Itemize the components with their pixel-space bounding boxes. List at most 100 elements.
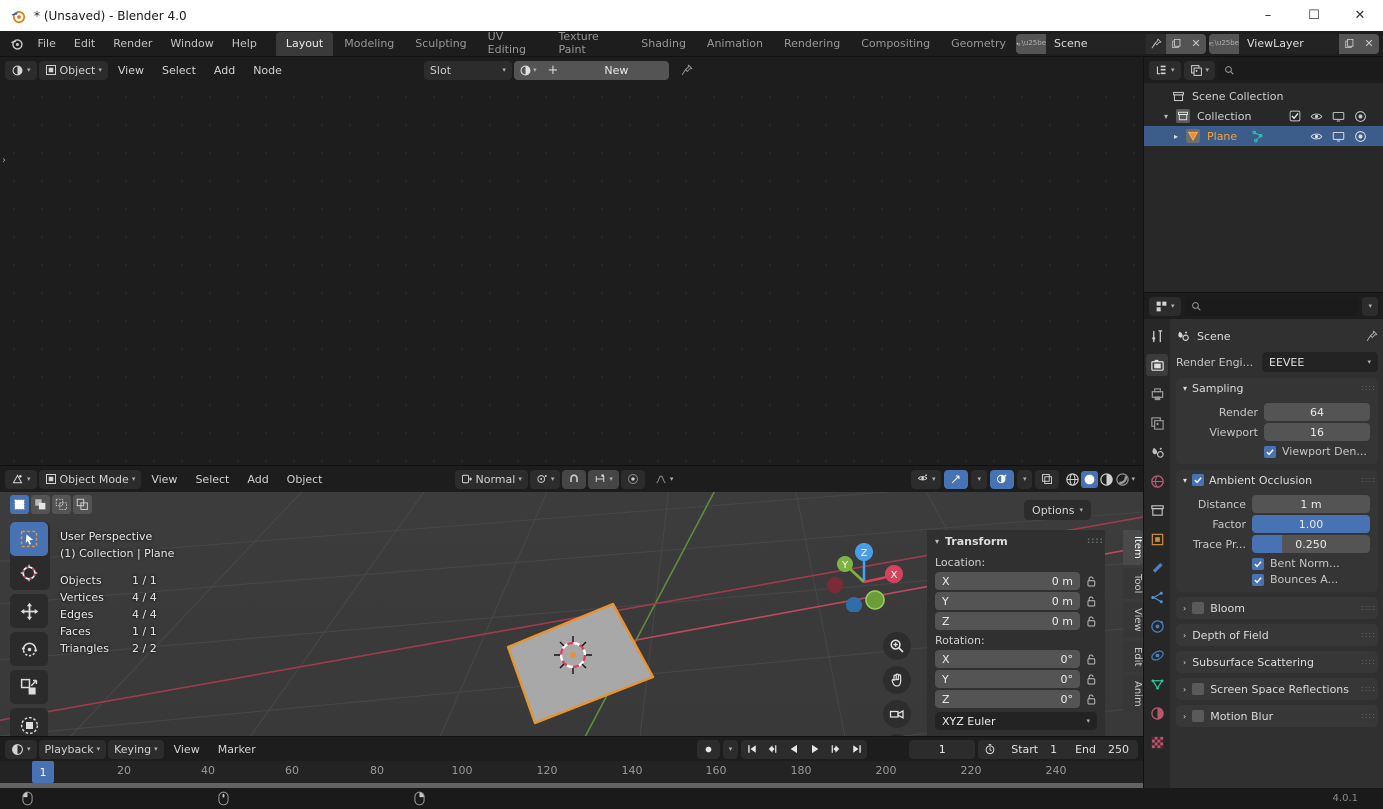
visibility-selector[interactable]: ▾ [910, 469, 942, 489]
viewport-editor-type-selector[interactable]: ▾ [5, 469, 37, 489]
ao-bent-normals-checkbox[interactable] [1252, 557, 1264, 570]
properties-tab-physics[interactable] [1146, 615, 1168, 637]
properties-tab-scene[interactable] [1146, 441, 1168, 463]
expander-plane-icon[interactable]: ▸ [1174, 132, 1186, 141]
rotation-x-field[interactable]: X 0° [935, 650, 1080, 668]
ao-bounces-checkbox[interactable] [1252, 573, 1264, 586]
workspace-tab-modeling[interactable]: Modeling [334, 32, 404, 56]
sidebar-tab-anim[interactable]: Anim [1123, 675, 1143, 714]
shader-menu-node[interactable]: Node [245, 61, 290, 80]
shader-menu-view[interactable]: View [110, 61, 152, 80]
timeline-marker-menu[interactable]: Marker [210, 740, 264, 759]
properties-tab-data[interactable] [1146, 673, 1168, 695]
material-icon[interactable]: ▾ [513, 60, 542, 80]
zoom-icon[interactable] [883, 632, 911, 660]
ambient-occlusion-checkbox[interactable] [1192, 474, 1205, 486]
tool-select-box[interactable] [10, 522, 48, 556]
tool-cursor[interactable] [10, 556, 48, 590]
properties-tab-viewlayer[interactable] [1146, 412, 1168, 434]
blender-menu-icon[interactable] [5, 34, 28, 54]
properties-editor-type-selector[interactable]: ▾ [1149, 296, 1181, 316]
shading-material-preview-icon[interactable] [1099, 472, 1114, 487]
eye-icon[interactable] [1310, 130, 1323, 143]
lock-location-y-icon[interactable] [1085, 595, 1097, 608]
depth-of-field-panel-header[interactable]: › Depth of Field :::: [1176, 624, 1378, 646]
tool-transform[interactable] [10, 708, 48, 736]
subsurface-scattering-panel-header[interactable]: › Subsurface Scattering :::: [1176, 651, 1378, 673]
previous-keyframe-button[interactable] [762, 740, 783, 759]
gizmo-settings-selector[interactable]: ▾ [971, 469, 987, 489]
new-viewlayer-icon[interactable] [1339, 33, 1359, 54]
menu-edit[interactable]: Edit [65, 33, 104, 54]
panel-drag-dots-icon[interactable]: :::: [1361, 604, 1375, 612]
camera-icon[interactable] [1354, 110, 1367, 123]
location-y-field[interactable]: Y 0 m [935, 592, 1080, 610]
lock-location-z-icon[interactable] [1085, 615, 1097, 628]
sampling-panel-header[interactable]: ▾ Sampling :::: [1176, 378, 1378, 398]
play-button[interactable] [804, 740, 825, 759]
shader-type-selector[interactable]: Object ▾ [38, 60, 108, 80]
properties-options-dropdown[interactable]: ▾ [1362, 296, 1378, 316]
proportional-falloff-selector[interactable]: ▾ [647, 470, 682, 489]
viewport-menu-view[interactable]: View [143, 470, 185, 489]
pin-scene-icon[interactable] [1146, 33, 1166, 54]
shading-wireframe-icon[interactable] [1065, 472, 1080, 487]
timeline-playhead[interactable]: 1 [32, 761, 54, 783]
workspace-tab-compositing[interactable]: Compositing [851, 32, 940, 56]
start-frame-field[interactable]: Start 1 [1002, 740, 1066, 759]
properties-tab-modifier[interactable] [1146, 557, 1168, 579]
sampling-render-field[interactable]: 64 [1264, 403, 1370, 421]
lock-rotation-z-icon[interactable] [1085, 693, 1097, 706]
tool-scale[interactable] [10, 670, 48, 704]
snap-settings-selector[interactable]: ▾ [588, 469, 619, 489]
workspace-tab-rendering[interactable]: Rendering [774, 32, 850, 56]
viewport-menu-object[interactable]: Object [279, 470, 331, 489]
panel-drag-dots-icon[interactable]: :::: [1361, 685, 1375, 693]
lock-location-x-icon[interactable] [1085, 575, 1097, 588]
rotation-y-field[interactable]: Y 0° [935, 670, 1080, 688]
shader-menu-select[interactable]: Select [154, 61, 204, 80]
panel-drag-dots-icon[interactable]: :::: [1361, 631, 1375, 639]
menu-window[interactable]: Window [161, 33, 222, 54]
select-mode-set-icon[interactable] [10, 495, 29, 514]
sidebar-tab-view[interactable]: View [1123, 602, 1143, 638]
outliner-row-collection[interactable]: ▾ Collection [1144, 106, 1383, 126]
menu-file[interactable]: File [28, 33, 64, 54]
ao-factor-slider[interactable]: 1.00 [1252, 515, 1370, 533]
bloom-checkbox[interactable] [1192, 602, 1205, 614]
panel-drag-dots-icon[interactable]: :::: [1361, 658, 1375, 666]
lock-rotation-x-icon[interactable] [1085, 653, 1097, 666]
3d-viewport-canvas[interactable]: User Perspective (1) Collection | Plane … [0, 492, 1143, 736]
timeline-view-menu[interactable]: View [166, 740, 208, 759]
properties-tab-world[interactable] [1146, 470, 1168, 492]
interaction-mode-selector[interactable]: Object Mode ▾ [38, 469, 142, 489]
expander-collection-icon[interactable]: ▾ [1164, 112, 1176, 121]
menu-render[interactable]: Render [104, 33, 161, 54]
screen-space-reflections-checkbox[interactable] [1192, 683, 1205, 695]
shading-rendered-icon[interactable] [1115, 472, 1130, 487]
auto-keying-toggle[interactable] [696, 739, 720, 759]
sidebar-tab-tool[interactable]: Tool [1123, 567, 1143, 600]
render-engine-select[interactable]: EEVEE ▾ [1262, 352, 1378, 372]
panel-drag-dots-icon[interactable]: :::: [1361, 384, 1375, 392]
end-frame-field[interactable]: End 250 [1066, 740, 1138, 759]
editor-type-selector[interactable]: ▾ [5, 60, 37, 80]
auto-keying-settings[interactable]: ▾ [722, 739, 739, 759]
properties-tab-constraint[interactable] [1146, 644, 1168, 666]
shading-solid-icon[interactable] [1081, 470, 1099, 488]
properties-tab-tool[interactable] [1146, 325, 1168, 347]
transform-orientation-selector[interactable]: Normal ▾ [454, 469, 528, 489]
panel-drag-dots-icon[interactable]: :::: [1361, 712, 1375, 720]
jump-to-start-button[interactable] [741, 740, 762, 759]
ambient-occlusion-panel-header[interactable]: ▾ Ambient Occlusion :::: [1176, 470, 1378, 490]
pin-shader-icon[interactable] [681, 64, 693, 76]
camera-icon[interactable] [1354, 130, 1367, 143]
camera-view-icon[interactable] [883, 700, 911, 728]
workspace-tab-layout[interactable]: Layout [275, 31, 334, 56]
rotation-z-field[interactable]: Z 0° [935, 690, 1080, 708]
pan-hand-icon[interactable] [883, 666, 911, 694]
delete-scene-button[interactable]: ✕ [1186, 33, 1206, 54]
minimize-button[interactable]: – [1245, 0, 1291, 31]
sidebar-tab-item[interactable]: Item [1123, 530, 1143, 565]
overlays-settings-selector[interactable]: ▾ [1016, 469, 1033, 489]
